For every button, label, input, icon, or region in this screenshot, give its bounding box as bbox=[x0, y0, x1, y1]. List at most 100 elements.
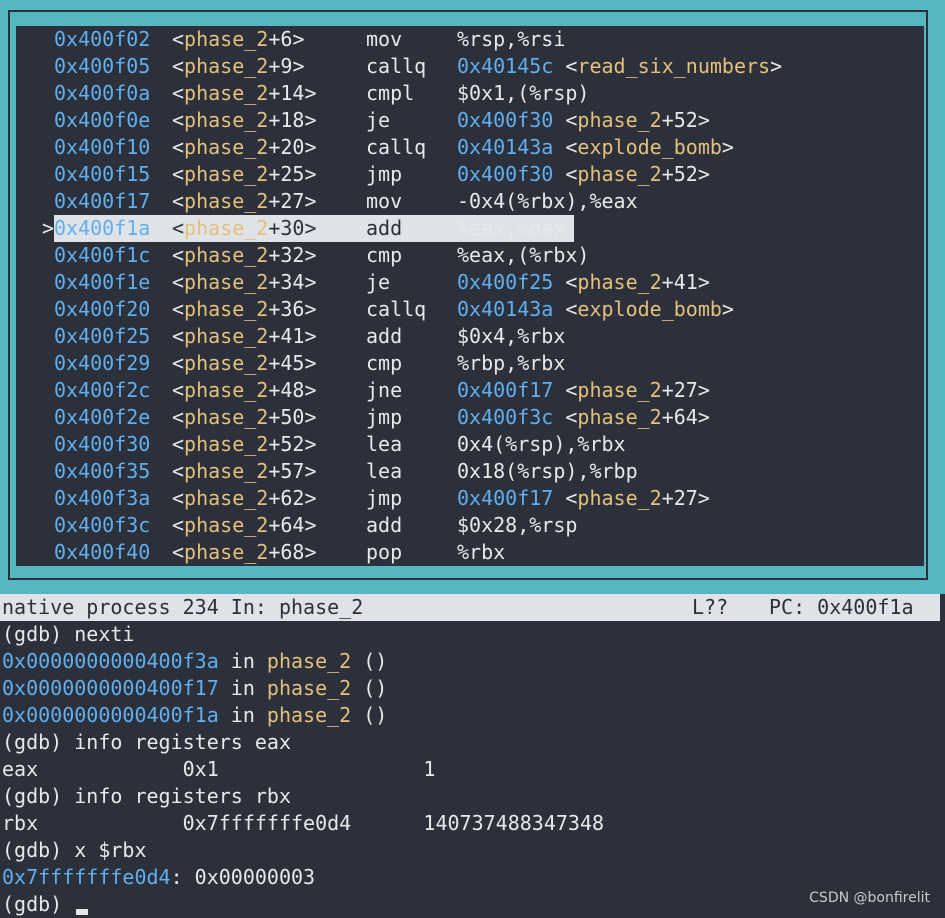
asm-row[interactable]: 0x400f40 <phase_2+68> pop %rbx bbox=[16, 539, 924, 566]
operands: 0x400f17 <phase_2+27> bbox=[457, 377, 710, 404]
target-address[interactable]: 0x400f30 bbox=[457, 108, 553, 132]
instruction-address[interactable]: 0x400f17 bbox=[54, 188, 150, 215]
target-address[interactable]: 0x400f30 bbox=[457, 162, 553, 186]
function-name[interactable]: phase_2 bbox=[184, 81, 268, 105]
asm-row-current[interactable]: >0x400f1a <phase_2+30> add %eax,%eax bbox=[16, 215, 924, 242]
asm-row[interactable]: 0x400f05 <phase_2+9> callq 0x40145c <read_s… bbox=[16, 53, 924, 80]
instruction-address[interactable]: 0x400f20 bbox=[54, 296, 150, 323]
operand-text: +27> bbox=[661, 486, 710, 510]
instruction-address[interactable]: 0x400f05 bbox=[54, 53, 150, 80]
target-address[interactable]: 0x40145c bbox=[457, 54, 553, 78]
symbol-open-bracket: < bbox=[172, 54, 185, 78]
target-symbol[interactable]: phase_2 bbox=[577, 108, 661, 132]
function-name[interactable]: phase_2 bbox=[184, 108, 268, 132]
instruction-address[interactable]: 0x400f15 bbox=[54, 161, 150, 188]
target-symbol[interactable]: explode_bomb bbox=[577, 297, 722, 321]
offset: +34 bbox=[268, 270, 305, 294]
function-name[interactable]: phase_2 bbox=[184, 459, 268, 483]
symbol-offset: <phase_2+48> bbox=[172, 377, 317, 404]
instruction-address[interactable]: 0x400f35 bbox=[54, 458, 150, 485]
symbol-open-bracket: < bbox=[172, 486, 185, 510]
asm-row[interactable]: 0x400f35 <phase_2+57> lea 0x18(%rsp),%rbp bbox=[16, 458, 924, 485]
function-name[interactable]: phase_2 bbox=[184, 27, 268, 51]
function-name[interactable]: phase_2 bbox=[184, 405, 268, 429]
instruction-address[interactable]: 0x400f3a bbox=[54, 485, 150, 512]
instruction-address[interactable]: 0x400f0a bbox=[54, 80, 150, 107]
asm-row[interactable]: 0x400f10 <phase_2+20> callq 0x40143a <explo… bbox=[16, 134, 924, 161]
function-name[interactable]: phase_2 bbox=[184, 270, 268, 294]
asm-row[interactable]: 0x400f3a <phase_2+62> jmp 0x400f17 <phase_2… bbox=[16, 485, 924, 512]
symbol-close-bracket: > bbox=[304, 324, 317, 348]
operands: 0x40143a <explode_bomb> bbox=[457, 296, 734, 323]
instruction-address[interactable]: 0x400f2e bbox=[54, 404, 150, 431]
console-line: rbx 0x7fffffffe0d4 140737488347348 bbox=[2, 810, 604, 837]
symbol-open-bracket: < bbox=[172, 378, 185, 402]
target-symbol[interactable]: explode_bomb bbox=[577, 135, 722, 159]
disassembly-pane[interactable]: 0x400f02 <phase_2+6> mov %rsp,%rsi 0x400f05 <… bbox=[16, 26, 924, 566]
target-address[interactable]: 0x400f25 bbox=[457, 270, 553, 294]
instruction-address[interactable]: 0x400f10 bbox=[54, 134, 150, 161]
symbol-close-bracket: > bbox=[292, 54, 305, 78]
asm-row[interactable]: 0x400f17 <phase_2+27> mov -0x4(%rbx),%eax bbox=[16, 188, 924, 215]
asm-row[interactable]: 0x400f15 <phase_2+25> jmp 0x400f30 <phase_2… bbox=[16, 161, 924, 188]
asm-row[interactable]: 0x400f3c <phase_2+64> add $0x28,%rsp bbox=[16, 512, 924, 539]
target-symbol[interactable]: phase_2 bbox=[577, 405, 661, 429]
function-name[interactable]: phase_2 bbox=[184, 135, 268, 159]
target-symbol[interactable]: phase_2 bbox=[577, 270, 661, 294]
target-address[interactable]: 0x400f17 bbox=[457, 378, 553, 402]
asm-row[interactable]: 0x400f30 <phase_2+52> lea 0x4(%rsp),%rbx bbox=[16, 431, 924, 458]
function-name[interactable]: phase_2 bbox=[184, 54, 268, 78]
function-name[interactable]: phase_2 bbox=[184, 486, 268, 510]
asm-row[interactable]: 0x400f29 <phase_2+45> cmp %rbp,%rbx bbox=[16, 350, 924, 377]
symbol-offset: <phase_2+36> bbox=[172, 296, 317, 323]
instruction-address[interactable]: 0x400f29 bbox=[54, 350, 150, 377]
instruction-address[interactable]: 0x400f1e bbox=[54, 269, 150, 296]
function-name[interactable]: phase_2 bbox=[184, 243, 268, 267]
asm-row[interactable]: 0x400f25 <phase_2+41> add $0x4,%rbx bbox=[16, 323, 924, 350]
asm-row[interactable]: 0x400f2e <phase_2+50> jmp 0x400f3c <phase_2… bbox=[16, 404, 924, 431]
function-name[interactable]: phase_2 bbox=[184, 216, 268, 240]
asm-row[interactable]: 0x400f0e <phase_2+18> je 0x400f30 <phase_2+… bbox=[16, 107, 924, 134]
asm-row[interactable]: 0x400f1c <phase_2+32> cmp %eax,(%rbx) bbox=[16, 242, 924, 269]
operands: 0x4(%rsp),%rbx bbox=[457, 431, 626, 458]
symbol-offset: <phase_2+18> bbox=[172, 107, 317, 134]
function-name[interactable]: phase_2 bbox=[184, 189, 268, 213]
target-symbol[interactable]: phase_2 bbox=[577, 486, 661, 510]
instruction-address[interactable]: 0x400f1c bbox=[54, 242, 150, 269]
target-address[interactable]: 0x40143a bbox=[457, 297, 553, 321]
status-pc: PC: 0x400f1a bbox=[769, 595, 914, 619]
instruction-address[interactable]: 0x400f30 bbox=[54, 431, 150, 458]
function-name[interactable]: phase_2 bbox=[184, 162, 268, 186]
symbol-offset: <phase_2+62> bbox=[172, 485, 317, 512]
function-name[interactable]: phase_2 bbox=[184, 378, 268, 402]
function-name[interactable]: phase_2 bbox=[184, 297, 268, 321]
target-symbol[interactable]: phase_2 bbox=[577, 162, 661, 186]
operand-text: $0x28,%rsp bbox=[457, 513, 578, 537]
target-address[interactable]: 0x40143a bbox=[457, 135, 553, 159]
asm-row[interactable]: 0x400f2c <phase_2+48> jne 0x400f17 <phase_2… bbox=[16, 377, 924, 404]
target-symbol[interactable]: phase_2 bbox=[577, 378, 661, 402]
asm-row[interactable]: 0x400f1e <phase_2+34> je 0x400f25 <phase_2+… bbox=[16, 269, 924, 296]
asm-row[interactable]: 0x400f02 <phase_2+6> mov %rsp,%rsi bbox=[16, 26, 924, 53]
symbol-close-bracket: > bbox=[304, 189, 317, 213]
instruction-address[interactable]: 0x400f1a bbox=[54, 215, 150, 242]
instruction-address[interactable]: 0x400f3c bbox=[54, 512, 150, 539]
instruction-address[interactable]: 0x400f02 bbox=[54, 26, 150, 53]
mnemonic: add bbox=[366, 216, 403, 240]
instruction-address[interactable]: 0x400f0e bbox=[54, 107, 150, 134]
function-name[interactable]: phase_2 bbox=[184, 513, 268, 537]
target-address[interactable]: 0x400f3c bbox=[457, 405, 553, 429]
operand-text: 0x18(%rsp),%rbp bbox=[457, 459, 638, 483]
function-name[interactable]: phase_2 bbox=[184, 351, 268, 375]
target-address[interactable]: 0x400f17 bbox=[457, 486, 553, 510]
instruction-address[interactable]: 0x400f40 bbox=[54, 539, 150, 566]
function-name[interactable]: phase_2 bbox=[184, 432, 268, 456]
asm-row[interactable]: 0x400f0a <phase_2+14> cmpl $0x1,(%rsp) bbox=[16, 80, 924, 107]
function-name[interactable]: phase_2 bbox=[184, 324, 268, 348]
instruction-address[interactable]: 0x400f25 bbox=[54, 323, 150, 350]
target-symbol[interactable]: read_six_numbers bbox=[577, 54, 770, 78]
function-name[interactable]: phase_2 bbox=[184, 540, 268, 564]
operand-text: $0x4,%rbx bbox=[457, 324, 566, 348]
instruction-address[interactable]: 0x400f2c bbox=[54, 377, 150, 404]
asm-row[interactable]: 0x400f20 <phase_2+36> callq 0x40143a <explo… bbox=[16, 296, 924, 323]
